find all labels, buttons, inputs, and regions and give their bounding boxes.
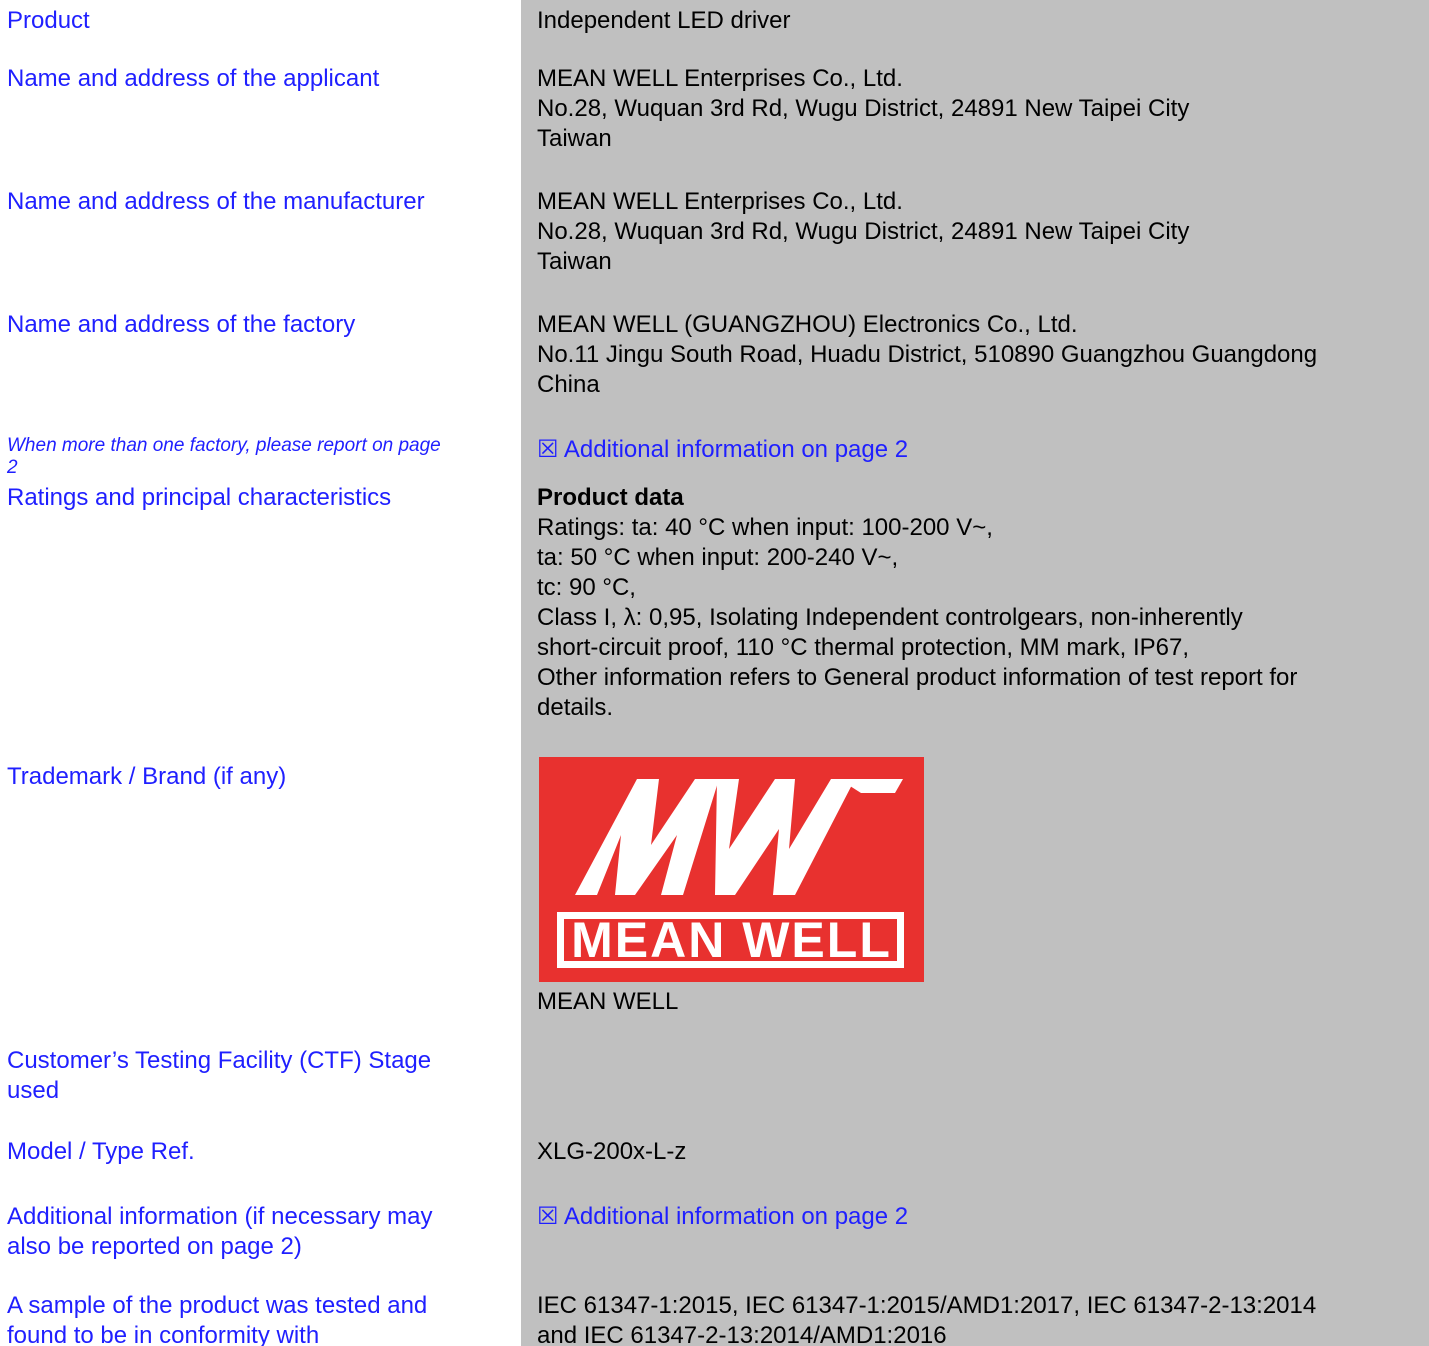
label-factory: Name and address of the factory: [7, 311, 356, 338]
value-line: Class I, λ: 0,95, Isolating Independent …: [537, 604, 1243, 631]
label-additional-info: Additional information (if necessary may…: [7, 1202, 433, 1262]
value-line: tc: 90 °C,: [537, 574, 636, 601]
value-conformity: IEC 61347-1:2015, IEC 61347-1:2015/AMD1:…: [537, 1291, 1316, 1346]
value-line: short-circuit proof, 110 °C thermal prot…: [537, 634, 1190, 661]
label-applicant: Name and address of the applicant: [7, 65, 380, 92]
label-conformity: A sample of the product was tested and f…: [7, 1291, 427, 1346]
label-line: used: [7, 1077, 60, 1104]
value-trademark: MEAN WELL: [537, 988, 679, 1015]
value-line: MEAN WELL Enterprises Co., Ltd.: [537, 188, 903, 215]
checkbox-additional-info[interactable]: ☒ Additional information on page 2: [537, 1202, 908, 1232]
value-line: Taiwan: [537, 125, 612, 152]
value-line: Taiwan: [537, 248, 612, 275]
value-factory: MEAN WELL (GUANGZHOU) Electronics Co., L…: [537, 310, 1317, 400]
mean-well-logo: MEAN WELL: [539, 757, 924, 982]
product-data-heading: Product data: [537, 484, 684, 511]
label-model: Model / Type Ref.: [7, 1138, 195, 1165]
value-line: and IEC 61347-2-13:2014/AMD1:2016: [537, 1322, 947, 1346]
value-product: Independent LED driver: [537, 6, 791, 36]
label-line: Additional information (if necessary may: [7, 1203, 433, 1230]
label-trademark: Trademark / Brand (if any): [7, 763, 287, 790]
value-line: China: [537, 371, 600, 398]
value-line: Other information refers to General prod…: [537, 664, 1298, 691]
label-manufacturer: Name and address of the manufacturer: [7, 188, 425, 215]
label-ratings: Ratings and principal characteristics: [7, 484, 392, 511]
value-applicant: MEAN WELL Enterprises Co., Ltd. No.28, W…: [537, 64, 1189, 154]
value-line: IEC 61347-1:2015, IEC 61347-1:2015/AMD1:…: [537, 1292, 1317, 1319]
value-model: XLG-200x-L-z: [537, 1138, 687, 1165]
label-line: also be reported on page 2): [7, 1233, 302, 1260]
note-line: 2: [7, 457, 18, 478]
label-ctf-stage: Customer’s Testing Facility (CTF) Stage …: [7, 1046, 431, 1106]
note-line: When more than one factory, please repor…: [7, 435, 441, 456]
value-line: ta: 50 °C when input: 200-240 V~,: [537, 544, 899, 571]
value-line: MEAN WELL (GUANGZHOU) Electronics Co., L…: [537, 311, 1078, 338]
value-line: Independent LED driver: [537, 7, 791, 34]
value-manufacturer: MEAN WELL Enterprises Co., Ltd. No.28, W…: [537, 187, 1189, 277]
label-product: Product: [7, 7, 90, 34]
value-line: details.: [537, 694, 614, 721]
label-line: A sample of the product was tested and: [7, 1292, 428, 1319]
value-line: No.28, Wuquan 3rd Rd, Wugu District, 248…: [537, 218, 1190, 245]
label-multi-factory-note: When more than one factory, please repor…: [7, 435, 441, 479]
label-line: found to be in conformity with: [7, 1322, 320, 1346]
value-line: No.28, Wuquan 3rd Rd, Wugu District, 248…: [537, 95, 1190, 122]
label-line: Customer’s Testing Facility (CTF) Stage: [7, 1047, 432, 1074]
checkbox-additional-info-factory[interactable]: ☒ Additional information on page 2: [537, 435, 908, 465]
value-ratings: Product data Ratings: ta: 40 °C when inp…: [537, 483, 1297, 723]
value-line: Ratings: ta: 40 °C when input: 100-200 V…: [537, 514, 993, 541]
value-line: MEAN WELL Enterprises Co., Ltd.: [537, 65, 903, 92]
logo-wordmark-text: MEAN WELL: [571, 912, 892, 968]
value-line: No.11 Jingu South Road, Huadu District, …: [537, 341, 1318, 368]
mw-letters-icon: [575, 779, 903, 895]
